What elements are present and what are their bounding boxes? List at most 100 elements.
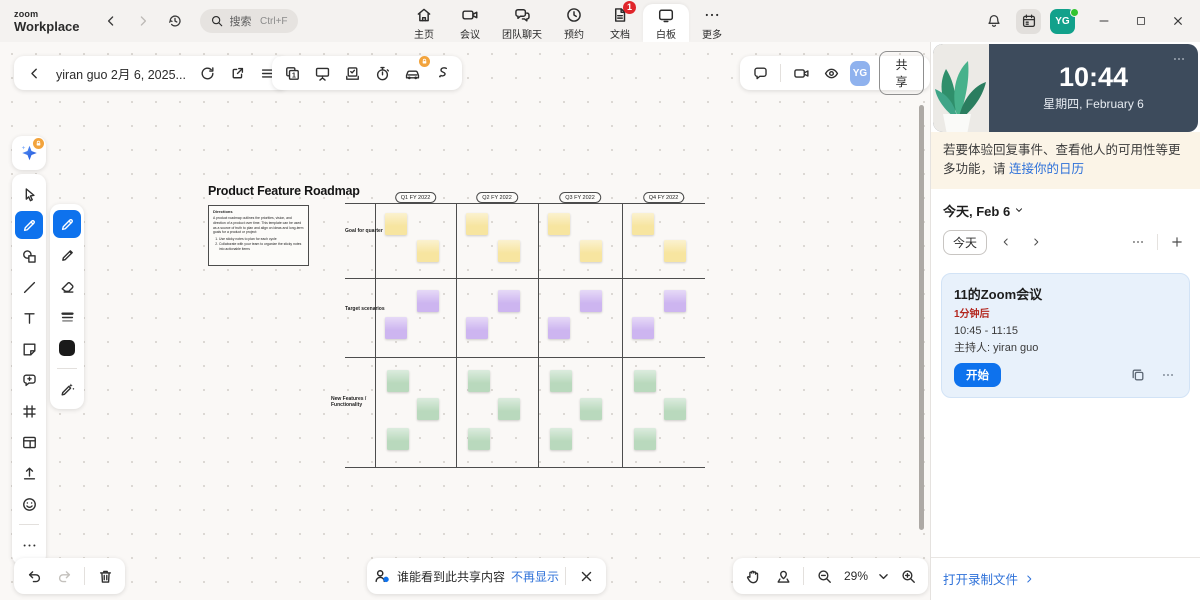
sticky-note[interactable] bbox=[468, 370, 490, 392]
collaborator-avatar[interactable]: YG bbox=[850, 61, 870, 86]
nav-back-button[interactable] bbox=[98, 8, 124, 34]
sticky-note[interactable] bbox=[634, 428, 656, 450]
tab-团队聊天[interactable]: 团队聊天 bbox=[493, 4, 551, 42]
sticky-note[interactable] bbox=[466, 317, 488, 339]
eraser-tool[interactable] bbox=[53, 272, 81, 300]
sticky-note[interactable] bbox=[466, 213, 488, 235]
follow-presenter-button[interactable] bbox=[817, 59, 845, 87]
pen-style-pen[interactable] bbox=[53, 210, 81, 238]
sticky-note[interactable] bbox=[498, 290, 520, 312]
history-button[interactable] bbox=[162, 8, 188, 34]
smart-pen-tool[interactable] bbox=[53, 375, 81, 403]
sticky-note[interactable] bbox=[387, 428, 409, 450]
open-recordings-link[interactable]: 打开录制文件 bbox=[943, 569, 1035, 588]
sticky-note[interactable] bbox=[664, 290, 686, 312]
undo-button[interactable] bbox=[20, 562, 48, 590]
sticky-note[interactable] bbox=[498, 240, 520, 262]
start-meeting-button[interactable]: 开始 bbox=[954, 363, 1001, 387]
day-header[interactable]: 今天, Feb 6 bbox=[931, 189, 1200, 226]
shapes-tool[interactable] bbox=[15, 242, 43, 270]
pan-tool-button[interactable] bbox=[739, 562, 767, 590]
zoom-in-button[interactable] bbox=[894, 562, 922, 590]
meeting-more-button[interactable] bbox=[1159, 366, 1177, 384]
tab-白板[interactable]: 白板 bbox=[643, 4, 689, 42]
sticky-note[interactable] bbox=[498, 398, 520, 420]
sticky-note[interactable] bbox=[580, 240, 602, 262]
sticky-note[interactable] bbox=[417, 240, 439, 262]
select-tool[interactable] bbox=[15, 180, 43, 208]
calendar-panel-button[interactable] bbox=[1016, 9, 1041, 34]
zoom-out-button[interactable] bbox=[810, 562, 838, 590]
sticky-note[interactable] bbox=[417, 290, 439, 312]
dont-show-again-link[interactable]: 不再显示 bbox=[511, 568, 559, 585]
template-tool[interactable] bbox=[15, 428, 43, 456]
notifications-button[interactable] bbox=[981, 8, 1007, 34]
tab-会议[interactable]: 会议 bbox=[447, 4, 493, 42]
window-minimize-button[interactable] bbox=[1090, 7, 1118, 35]
board-doc-title[interactable]: yiran guo 2月 6, 2025... bbox=[56, 64, 186, 83]
prev-day-button[interactable] bbox=[995, 231, 1017, 253]
start-video-button[interactable] bbox=[787, 59, 815, 87]
more-tools-button[interactable] bbox=[15, 531, 43, 559]
sticky-note[interactable] bbox=[550, 428, 572, 450]
pen-tool[interactable] bbox=[15, 211, 43, 239]
tab-文档[interactable]: 1文档 bbox=[597, 4, 643, 42]
emoji-tool[interactable] bbox=[15, 490, 43, 518]
sticky-note[interactable] bbox=[632, 317, 654, 339]
sticky-note[interactable] bbox=[632, 213, 654, 235]
comments-button[interactable] bbox=[746, 59, 774, 87]
whiteboard-canvas[interactable]: Product Feature Roadmap Directions A pro… bbox=[0, 42, 930, 600]
today-button[interactable]: 今天 bbox=[943, 230, 987, 255]
delete-button[interactable] bbox=[91, 562, 119, 590]
vote-button[interactable] bbox=[338, 59, 366, 87]
next-day-button[interactable] bbox=[1025, 231, 1047, 253]
nav-forward-button[interactable] bbox=[130, 8, 156, 34]
window-maximize-button[interactable] bbox=[1127, 7, 1155, 35]
sticky-note[interactable] bbox=[548, 317, 570, 339]
zoom-level-label[interactable]: 29% bbox=[840, 569, 872, 583]
sticky-note[interactable] bbox=[550, 370, 572, 392]
minimap-button[interactable] bbox=[769, 562, 797, 590]
zoom-presets-button[interactable] bbox=[874, 562, 892, 590]
timer-button[interactable] bbox=[368, 59, 396, 87]
search-input[interactable]: 搜索 Ctrl+F bbox=[200, 9, 298, 33]
dismiss-banner-button[interactable] bbox=[572, 562, 600, 590]
sticky-note[interactable] bbox=[417, 398, 439, 420]
ai-companion-button[interactable] bbox=[12, 136, 46, 170]
open-external-button[interactable] bbox=[224, 59, 252, 87]
sticky-note[interactable] bbox=[664, 240, 686, 262]
tab-主页[interactable]: 主页 bbox=[401, 4, 447, 42]
board-back-button[interactable] bbox=[20, 59, 48, 87]
calendar-more-button[interactable] bbox=[1127, 231, 1149, 253]
tab-预约[interactable]: 预约 bbox=[551, 4, 597, 42]
sticky-note[interactable] bbox=[580, 398, 602, 420]
color-swatch-black[interactable] bbox=[53, 334, 81, 362]
sticky-note-tool[interactable] bbox=[15, 335, 43, 363]
sticky-note[interactable] bbox=[385, 213, 407, 235]
activities-button[interactable] bbox=[398, 59, 426, 87]
copy-invite-button[interactable] bbox=[1129, 366, 1147, 384]
sticky-note[interactable] bbox=[387, 370, 409, 392]
sync-button[interactable] bbox=[194, 59, 222, 87]
share-button[interactable]: 共享 bbox=[879, 51, 924, 95]
comment-tool[interactable] bbox=[15, 366, 43, 394]
stroke-thickness-picker[interactable] bbox=[53, 303, 81, 331]
vertical-scrollbar[interactable] bbox=[919, 105, 924, 530]
connect-calendar-link[interactable]: 连接你的日历 bbox=[1009, 162, 1084, 176]
upload-tool[interactable] bbox=[15, 459, 43, 487]
sticky-note[interactable] bbox=[385, 317, 407, 339]
window-close-button[interactable] bbox=[1164, 7, 1192, 35]
tab-更多[interactable]: 更多 bbox=[689, 4, 735, 42]
meeting-card[interactable]: 11的Zoom会议 1分钟后 10:45 - 11:15 主持人: yiran … bbox=[941, 273, 1190, 398]
lasso-button[interactable] bbox=[428, 59, 456, 87]
pen-style-pencil[interactable] bbox=[53, 241, 81, 269]
sticky-note[interactable] bbox=[468, 428, 490, 450]
panel-menu-button[interactable] bbox=[1168, 48, 1190, 70]
present-button[interactable] bbox=[308, 59, 336, 87]
sticky-note[interactable] bbox=[580, 290, 602, 312]
frame-tool[interactable] bbox=[15, 397, 43, 425]
sticky-note[interactable] bbox=[664, 398, 686, 420]
redo-button[interactable] bbox=[50, 562, 78, 590]
sticky-note[interactable] bbox=[634, 370, 656, 392]
line-tool[interactable] bbox=[15, 273, 43, 301]
